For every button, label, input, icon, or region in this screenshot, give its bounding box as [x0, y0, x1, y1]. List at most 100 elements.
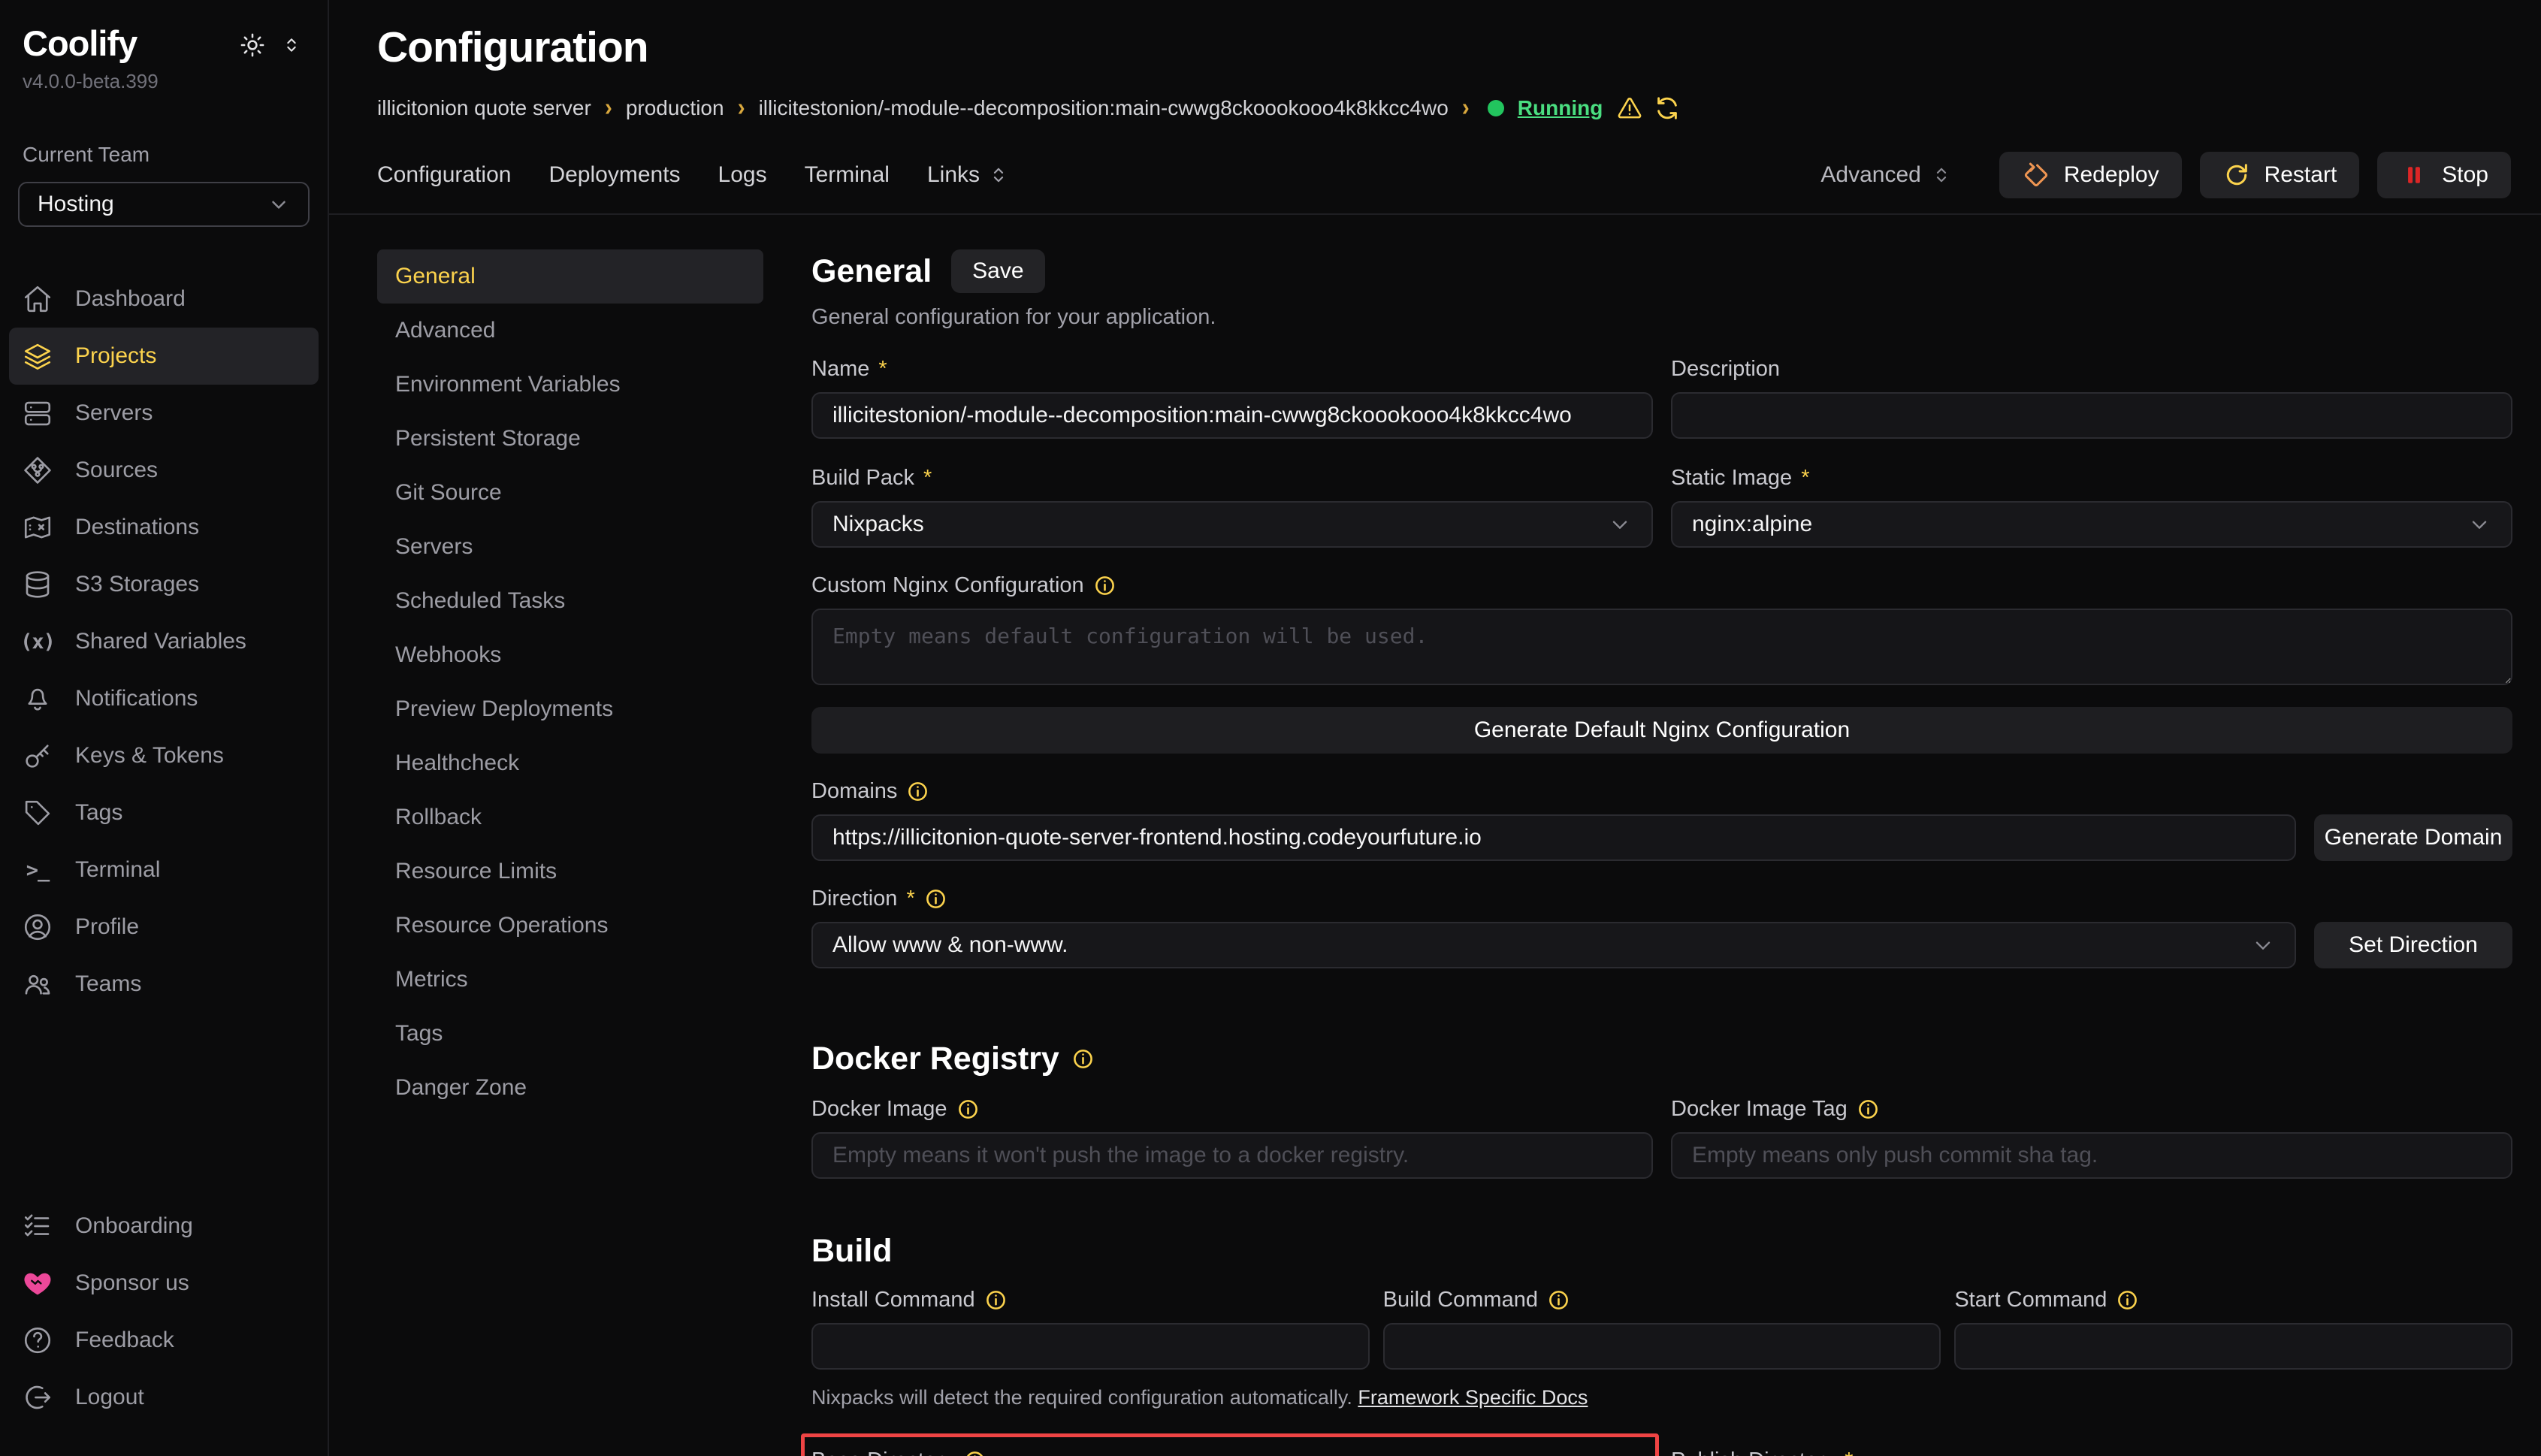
- subnav-item-preview-deployments[interactable]: Preview Deployments: [377, 682, 763, 736]
- refresh-icon[interactable]: [1654, 95, 1681, 122]
- chevrons-up-down-icon: [1930, 164, 1953, 186]
- tab-links[interactable]: Links: [927, 162, 1010, 188]
- sidebar-item-s3-storages[interactable]: S3 Storages: [9, 556, 319, 613]
- sidebar-item-dashboard[interactable]: Dashboard: [9, 270, 319, 328]
- key-icon: [21, 739, 54, 772]
- breadcrumb-project[interactable]: illicitonion quote server: [377, 96, 591, 120]
- domains-input[interactable]: [811, 814, 2296, 861]
- build-command-input[interactable]: [1383, 1323, 1941, 1370]
- sidebar-item-profile[interactable]: Profile: [9, 899, 319, 956]
- direction-select[interactable]: Allow www & non-www.: [811, 922, 2296, 968]
- set-direction-button[interactable]: Set Direction: [2314, 922, 2512, 968]
- name-input[interactable]: [811, 392, 1653, 439]
- sidebar-item-tags[interactable]: Tags: [9, 784, 319, 841]
- breadcrumb-separator: ›: [1462, 94, 1470, 122]
- home-icon: [21, 282, 54, 316]
- stop-button[interactable]: Stop: [2377, 152, 2511, 198]
- content: General Advanced Environment Variables P…: [329, 215, 2541, 1456]
- build-pack-select[interactable]: Nixpacks: [811, 501, 1653, 548]
- subnav-item-rollback[interactable]: Rollback: [377, 790, 763, 844]
- build-pack-label: Build Pack*: [811, 466, 1653, 491]
- advanced-menu[interactable]: Advanced: [1820, 162, 1952, 188]
- chevron-down-icon: [267, 193, 290, 216]
- sidebar-item-sources[interactable]: Sources: [9, 442, 319, 499]
- theme-sun-icon[interactable]: [239, 32, 266, 62]
- name-field-group: Name*: [811, 357, 1653, 439]
- sidebar-item-teams[interactable]: Teams: [9, 956, 319, 1013]
- start-command-input[interactable]: [1954, 1323, 2512, 1370]
- nixpacks-note: Nixpacks will detect the required config…: [811, 1386, 2512, 1409]
- info-icon: [906, 780, 929, 803]
- description-field-group: Description: [1671, 357, 2512, 439]
- subnav-item-persistent-storage[interactable]: Persistent Storage: [377, 412, 763, 466]
- static-image-select[interactable]: nginx:alpine: [1671, 501, 2512, 548]
- sidebar-item-label: Servers: [75, 400, 153, 426]
- description-input[interactable]: [1671, 392, 2512, 439]
- generate-nginx-button[interactable]: Generate Default Nginx Configuration: [811, 707, 2512, 754]
- direction-label: Direction*: [811, 887, 2296, 911]
- sidebar-item-shared-variables[interactable]: (x) Shared Variables: [9, 613, 319, 670]
- map-icon: [21, 511, 54, 544]
- info-icon: [924, 887, 947, 911]
- docker-image-input[interactable]: [811, 1132, 1653, 1179]
- subnav-item-resource-limits[interactable]: Resource Limits: [377, 844, 763, 899]
- chevron-down-icon: [1608, 512, 1632, 536]
- install-command-input[interactable]: [811, 1323, 1370, 1370]
- subnav-item-servers[interactable]: Servers: [377, 520, 763, 574]
- restart-button[interactable]: Restart: [2200, 152, 2360, 198]
- redeploy-icon: [2022, 161, 2050, 189]
- subnav-item-webhooks[interactable]: Webhooks: [377, 628, 763, 682]
- framework-docs-link[interactable]: Framework Specific Docs: [1358, 1386, 1588, 1409]
- sidebar-item-projects[interactable]: Projects: [9, 328, 319, 385]
- subnav-item-general[interactable]: General: [377, 249, 763, 304]
- save-button[interactable]: Save: [951, 249, 1044, 293]
- redeploy-button[interactable]: Redeploy: [1999, 152, 2182, 198]
- build-pack-field-group: Build Pack* Nixpacks: [811, 466, 1653, 548]
- docker-image-tag-input[interactable]: [1671, 1132, 2512, 1179]
- heart-icon: [21, 1267, 54, 1300]
- sidebar-item-terminal[interactable]: >_ Terminal: [9, 841, 319, 899]
- sidebar-item-label: Teams: [75, 971, 141, 997]
- server-icon: [21, 397, 54, 430]
- tab-terminal[interactable]: Terminal: [805, 162, 890, 188]
- subnav-item-advanced[interactable]: Advanced: [377, 304, 763, 358]
- sidebar-item-logout[interactable]: Logout: [9, 1369, 319, 1426]
- sidebar-item-sponsor[interactable]: Sponsor us: [9, 1255, 319, 1312]
- breadcrumb-environment[interactable]: production: [626, 96, 724, 120]
- settings-subnav: General Advanced Environment Variables P…: [377, 249, 763, 1456]
- sidebar-item-onboarding[interactable]: Onboarding: [9, 1198, 319, 1255]
- general-panel: General Save General configuration for y…: [811, 249, 2512, 1456]
- sidebar-item-feedback[interactable]: Feedback: [9, 1312, 319, 1369]
- tab-deployments[interactable]: Deployments: [548, 162, 680, 188]
- sidebar-item-notifications[interactable]: Notifications: [9, 670, 319, 727]
- build-command-label: Build Command: [1383, 1288, 1941, 1313]
- chevron-down-icon: [2467, 512, 2491, 536]
- generate-domain-button[interactable]: Generate Domain: [2314, 814, 2512, 861]
- sidebar-item-servers[interactable]: Servers: [9, 385, 319, 442]
- sidebar-item-destinations[interactable]: Destinations: [9, 499, 319, 556]
- users-icon: [21, 968, 54, 1001]
- sidebar-item-label: Dashboard: [75, 286, 186, 312]
- theme-chevrons-icon[interactable]: [281, 35, 302, 59]
- sidebar-item-label: Keys & Tokens: [75, 743, 224, 769]
- team-select[interactable]: Hosting: [18, 182, 310, 227]
- subnav-item-resource-operations[interactable]: Resource Operations: [377, 899, 763, 953]
- coolify-app: Coolify v4.0.0-beta.399 Current Team Hos…: [0, 0, 2541, 1456]
- subnav-item-environment-variables[interactable]: Environment Variables: [377, 358, 763, 412]
- subnav-item-healthcheck[interactable]: Healthcheck: [377, 736, 763, 790]
- tab-configuration[interactable]: Configuration: [377, 162, 511, 188]
- subnav-item-metrics[interactable]: Metrics: [377, 953, 763, 1007]
- breadcrumb-application[interactable]: illicitestonion/-module--decomposition:m…: [759, 96, 1449, 120]
- status-running-link[interactable]: Running: [1518, 96, 1603, 120]
- subnav-item-scheduled-tasks[interactable]: Scheduled Tasks: [377, 574, 763, 628]
- subnav-item-git-source[interactable]: Git Source: [377, 466, 763, 520]
- custom-nginx-textarea[interactable]: [811, 609, 2512, 685]
- tab-logs[interactable]: Logs: [718, 162, 767, 188]
- sidebar-item-keys-tokens[interactable]: Keys & Tokens: [9, 727, 319, 784]
- subnav-item-tags[interactable]: Tags: [377, 1007, 763, 1061]
- sidebar-item-label: Projects: [75, 343, 156, 369]
- sidebar-item-label: S3 Storages: [75, 572, 199, 597]
- start-command-label: Start Command: [1954, 1288, 2512, 1313]
- stop-icon: [2400, 161, 2428, 189]
- subnav-item-danger-zone[interactable]: Danger Zone: [377, 1061, 763, 1115]
